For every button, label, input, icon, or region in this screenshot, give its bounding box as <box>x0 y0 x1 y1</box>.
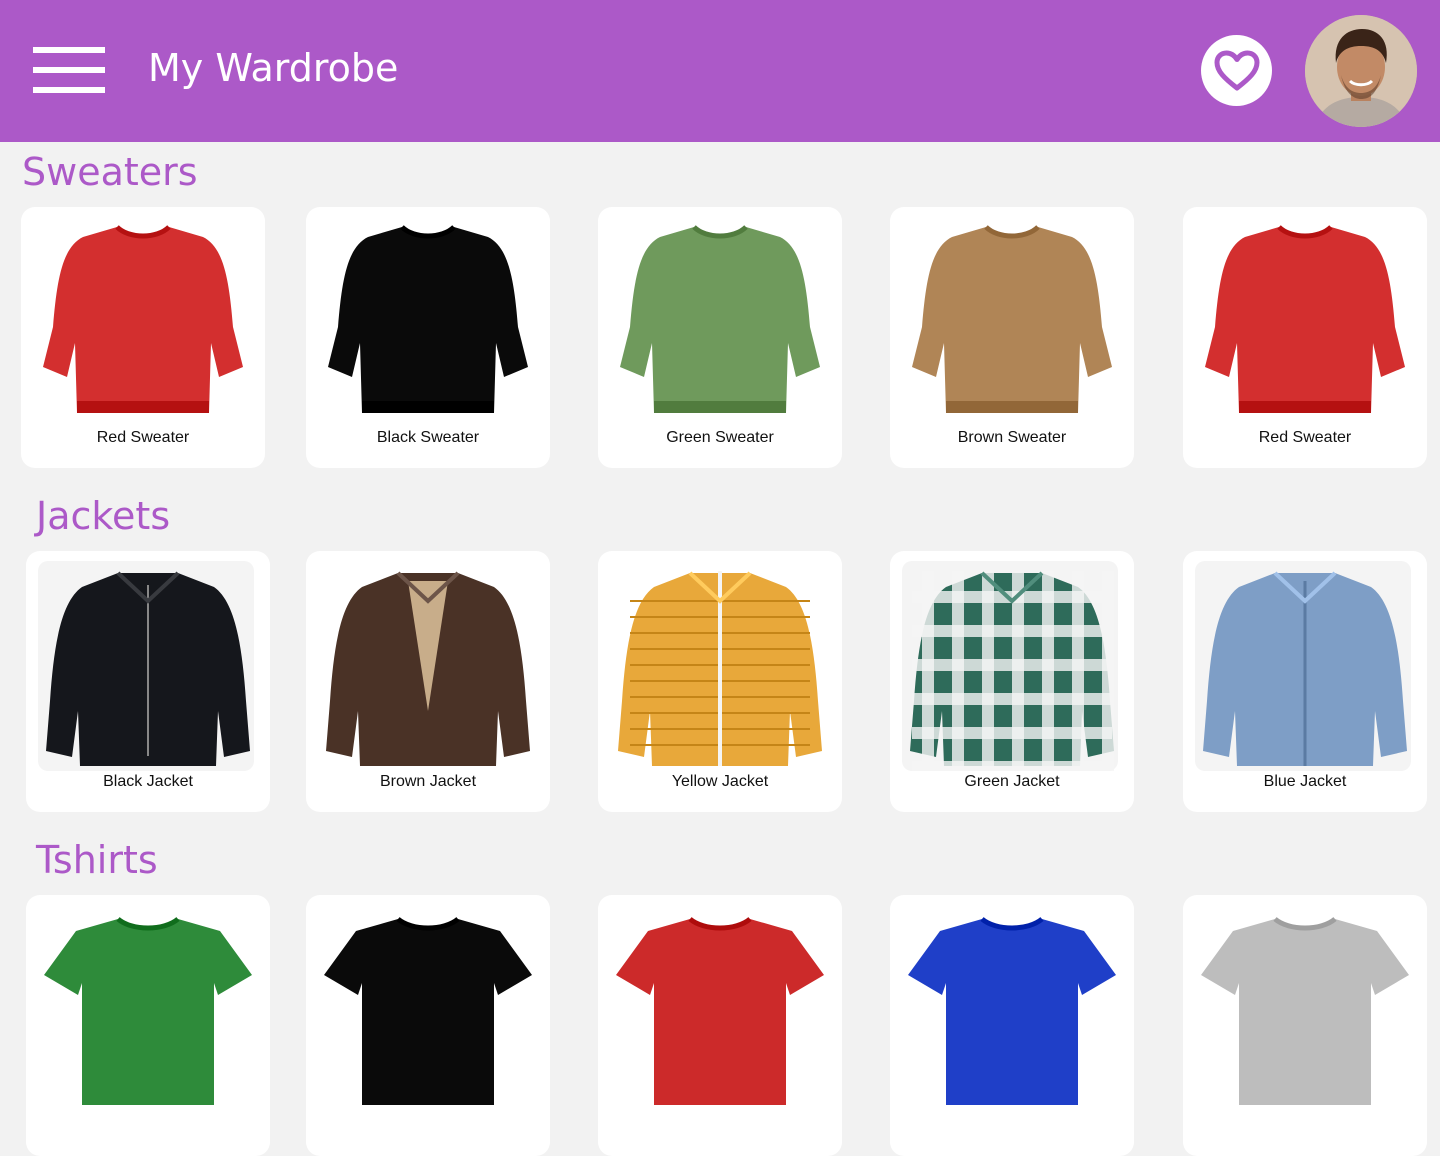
section-title-jackets: Jackets <box>36 494 171 538</box>
item-image <box>38 561 254 771</box>
item-image <box>44 916 252 1105</box>
item-image <box>326 571 530 766</box>
item-image <box>618 571 822 766</box>
item-label: Yellow Jacket <box>671 773 769 790</box>
item-image <box>1205 225 1405 413</box>
wardrobe-item-card[interactable]: Blue Jacket <box>1183 551 1427 812</box>
item-label: Red Sweater <box>1258 429 1352 446</box>
item-label: Green Jacket <box>964 773 1060 790</box>
wardrobe-item-card[interactable]: Brown Jacket <box>306 551 550 812</box>
wardrobe-item-card[interactable] <box>598 895 842 1156</box>
section-title-sweaters: Sweaters <box>22 150 198 194</box>
item-image <box>912 225 1112 413</box>
item-image <box>902 561 1118 771</box>
favorites-button[interactable] <box>1201 35 1272 106</box>
wardrobe-item-card[interactable]: Black Jacket <box>26 551 270 812</box>
item-image <box>328 225 528 413</box>
wardrobe-item-card[interactable]: Green Sweater <box>598 207 842 468</box>
hamburger-menu-icon[interactable] <box>33 47 105 94</box>
item-image <box>1195 561 1411 771</box>
item-label: Black Jacket <box>103 773 193 790</box>
item-image <box>908 916 1116 1105</box>
item-label: Blue Jacket <box>1263 773 1347 790</box>
wardrobe-item-card[interactable] <box>26 895 270 1156</box>
item-label: Green Sweater <box>666 429 774 446</box>
item-image <box>620 225 820 413</box>
wardrobe-item-card[interactable]: Red Sweater <box>1183 207 1427 468</box>
item-image <box>43 225 243 413</box>
wardrobe-item-card[interactable]: Black Sweater <box>306 207 550 468</box>
wardrobe-item-card[interactable]: Red Sweater <box>21 207 265 468</box>
item-image <box>616 916 824 1105</box>
app-header: My Wardrobe <box>0 0 1440 142</box>
section-title-tshirts: Tshirts <box>36 838 158 882</box>
item-label: Brown Sweater <box>957 429 1067 446</box>
wardrobe-item-card[interactable] <box>890 895 1134 1156</box>
item-label: Black Sweater <box>376 429 480 446</box>
wardrobe-item-card[interactable] <box>306 895 550 1156</box>
user-avatar[interactable] <box>1305 15 1417 127</box>
item-label: Brown Jacket <box>379 773 477 790</box>
wardrobe-item-card[interactable] <box>1183 895 1427 1156</box>
wardrobe-item-card[interactable]: Brown Sweater <box>890 207 1134 468</box>
wardrobe-item-card[interactable]: Green Jacket <box>890 551 1134 812</box>
item-image <box>1201 916 1409 1105</box>
page-title: My Wardrobe <box>148 46 399 90</box>
wardrobe-item-card[interactable]: Yellow Jacket <box>598 551 842 812</box>
heart-icon <box>1214 50 1259 90</box>
item-label: Red Sweater <box>96 429 190 446</box>
item-image <box>324 916 532 1105</box>
